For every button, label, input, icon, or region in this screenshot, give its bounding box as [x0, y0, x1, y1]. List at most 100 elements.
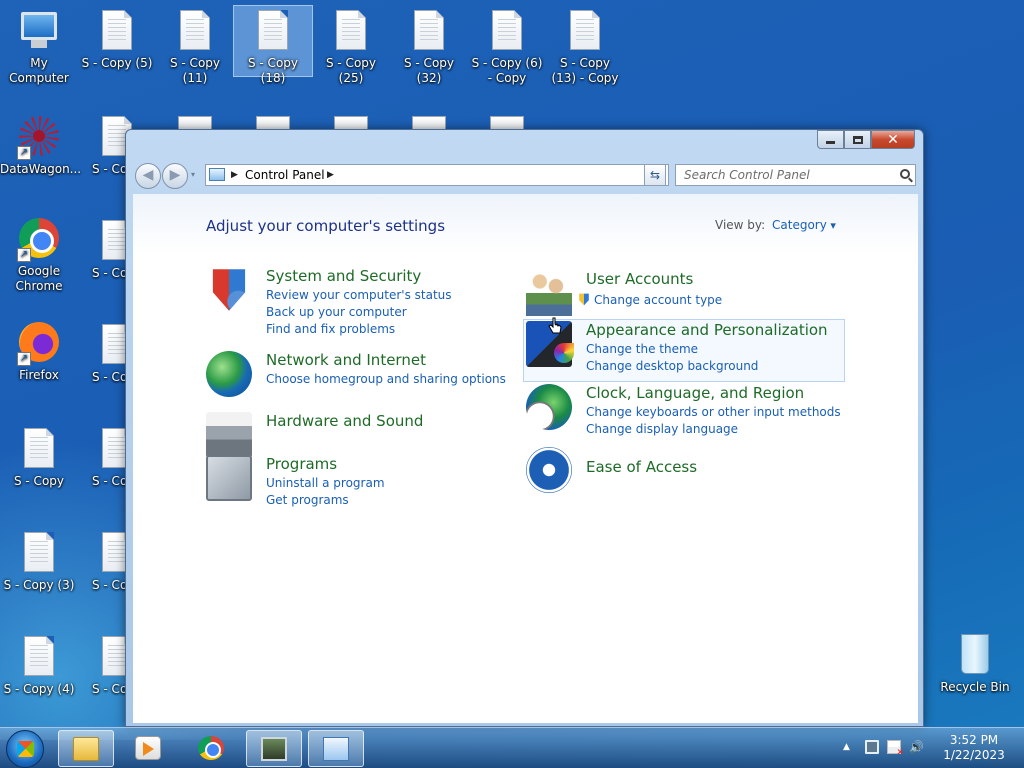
link-change-theme[interactable]: Change the theme: [586, 341, 758, 358]
category-title[interactable]: Network and Internet: [266, 351, 426, 369]
file-icon: [17, 634, 61, 678]
taskbar-control-panel[interactable]: [308, 730, 364, 767]
maximize-icon: [852, 135, 863, 144]
link-change-display-language[interactable]: Change display language: [586, 421, 841, 438]
taskbar-media-player[interactable]: [121, 730, 177, 767]
desktop-file-icon[interactable]: S - Copy (4): [0, 634, 78, 697]
taskbar-windows-explorer[interactable]: [58, 730, 114, 767]
link-change-account-type[interactable]: Change account type: [578, 292, 722, 309]
category-links: Uninstall a program Get programs: [266, 475, 385, 509]
control-panel-icon: [209, 168, 225, 181]
link-review-status[interactable]: Review your computer's status: [266, 287, 452, 304]
desktop-file-icon[interactable]: S - Copy (5): [78, 8, 156, 71]
back-arrow-icon: ◀: [142, 167, 154, 183]
close-icon: ✕: [887, 131, 899, 148]
control-panel-icon: [323, 737, 349, 761]
category-title[interactable]: Clock, Language, and Region: [586, 384, 804, 402]
file-icon: [407, 8, 451, 52]
desktop-file-icon[interactable]: S - Copy (25): [312, 8, 390, 86]
category-links: Choose homegroup and sharing options: [266, 371, 506, 388]
view-by-label: View by:: [715, 218, 766, 232]
link-homegroup-sharing[interactable]: Choose homegroup and sharing options: [266, 371, 506, 388]
file-icon: [173, 8, 217, 52]
taskbar-google-chrome[interactable]: [184, 730, 240, 767]
desktop-icon-my-computer[interactable]: My Computer: [0, 8, 78, 86]
network-icon[interactable]: [865, 740, 879, 754]
maximize-button[interactable]: [844, 130, 871, 149]
start-button[interactable]: [6, 730, 44, 768]
search-icon[interactable]: [900, 169, 910, 179]
volume-icon[interactable]: 🔊: [909, 740, 924, 754]
forward-arrow-icon: ▶: [169, 167, 181, 183]
breadcrumb-control-panel[interactable]: Control Panel: [245, 165, 325, 185]
chrome-icon: [198, 736, 224, 760]
minimize-button[interactable]: [817, 130, 844, 149]
users-icon[interactable]: [526, 270, 572, 316]
clock[interactable]: 3:52 PM 1/22/2023: [938, 733, 1010, 763]
file-icon: [563, 8, 607, 52]
desktop-file-icon[interactable]: S - Copy: [0, 426, 78, 489]
clock-time: 3:52 PM: [949, 733, 999, 747]
category-title[interactable]: Appearance and Personalization: [586, 321, 828, 339]
file-icon: [178, 116, 212, 130]
desktop-file-icon[interactable]: S - Copy (11): [156, 8, 234, 86]
file-icon: [17, 426, 61, 470]
breadcrumb-separator-icon[interactable]: ▶: [231, 165, 238, 185]
category-user-accounts: User Accounts Change account type: [526, 270, 846, 316]
desktop-file-icon[interactable]: S - Copy (3): [0, 530, 78, 593]
category-links: Change account type: [578, 292, 722, 309]
globe-network-icon[interactable]: [206, 351, 252, 397]
ease-of-access-icon[interactable]: [526, 447, 572, 493]
refresh-button[interactable]: ⇆: [644, 164, 666, 186]
forward-button[interactable]: ▶: [162, 163, 188, 189]
close-button[interactable]: ✕: [871, 130, 915, 149]
shield-icon[interactable]: [212, 269, 246, 311]
file-icon: [485, 8, 529, 52]
file-icon: [329, 8, 373, 52]
category-title[interactable]: Programs: [266, 455, 337, 473]
category-title[interactable]: System and Security: [266, 267, 421, 285]
category-title[interactable]: Hardware and Sound: [266, 412, 423, 430]
monitor-icon: [261, 737, 287, 761]
desktop-file-icon[interactable]: S - Copy (13) - Copy: [546, 8, 624, 86]
category-links: Review your computer's status Back up yo…: [266, 287, 452, 338]
window-controls: ✕: [817, 130, 915, 149]
show-hidden-icons-icon[interactable]: ▲: [843, 740, 857, 754]
category-system-and-security: System and Security Review your computer…: [206, 267, 526, 337]
taskbar: ▲ 🔊 3:52 PM 1/22/2023: [0, 727, 1024, 768]
file-icon: [17, 530, 61, 574]
desktop-icon-recycle-bin[interactable]: Recycle Bin: [936, 632, 1014, 695]
link-change-keyboards[interactable]: Change keyboards or other input methods: [586, 404, 841, 421]
desktop-file-icon-selected[interactable]: S - Copy (18): [233, 5, 313, 85]
navigation-bar: ◀ ▶ ▾ ▶ Control Panel ▶ ▼ ⇆ Search Contr…: [133, 161, 916, 189]
clock-globe-icon[interactable]: [526, 384, 572, 430]
link-find-fix[interactable]: Find and fix problems: [266, 321, 452, 338]
category-title[interactable]: Ease of Access: [586, 458, 697, 476]
category-title[interactable]: User Accounts: [586, 270, 693, 288]
file-icon: [256, 116, 290, 130]
desktop-icon-google-chrome[interactable]: ↗ Google Chrome: [0, 216, 78, 294]
file-icon: [412, 116, 446, 130]
minimize-icon: [826, 141, 835, 144]
back-button[interactable]: ◀: [135, 163, 161, 189]
system-tray: ▲ 🔊: [843, 740, 924, 758]
link-back-up[interactable]: Back up your computer: [266, 304, 452, 321]
address-bar[interactable]: ▶ Control Panel ▶ ▼: [205, 164, 669, 186]
category-ease-of-access: Ease of Access: [526, 447, 846, 497]
link-change-desktop-background[interactable]: Change desktop background: [586, 358, 758, 375]
printer-icon[interactable]: [206, 412, 252, 458]
action-center-flag-icon[interactable]: [887, 740, 904, 758]
desktop-icon-datawagon[interactable]: ↗ DataWagon...: [0, 114, 81, 177]
view-by-dropdown[interactable]: Category: [772, 218, 836, 232]
desktop-icon-firefox[interactable]: ↗ Firefox: [0, 320, 78, 383]
breadcrumb-separator-icon[interactable]: ▶: [327, 165, 334, 185]
search-input[interactable]: Search Control Panel: [675, 164, 916, 186]
recent-pages-dropdown-icon[interactable]: ▾: [191, 170, 195, 179]
programs-icon[interactable]: [206, 455, 252, 501]
taskbar-system-monitor[interactable]: [246, 730, 302, 767]
category-links: Change the theme Change desktop backgrou…: [586, 341, 758, 375]
link-get-programs[interactable]: Get programs: [266, 492, 385, 509]
link-uninstall-program[interactable]: Uninstall a program: [266, 475, 385, 492]
desktop-file-icon[interactable]: S - Copy (6) - Copy: [468, 8, 546, 86]
desktop-file-icon[interactable]: S - Copy (32): [390, 8, 468, 86]
